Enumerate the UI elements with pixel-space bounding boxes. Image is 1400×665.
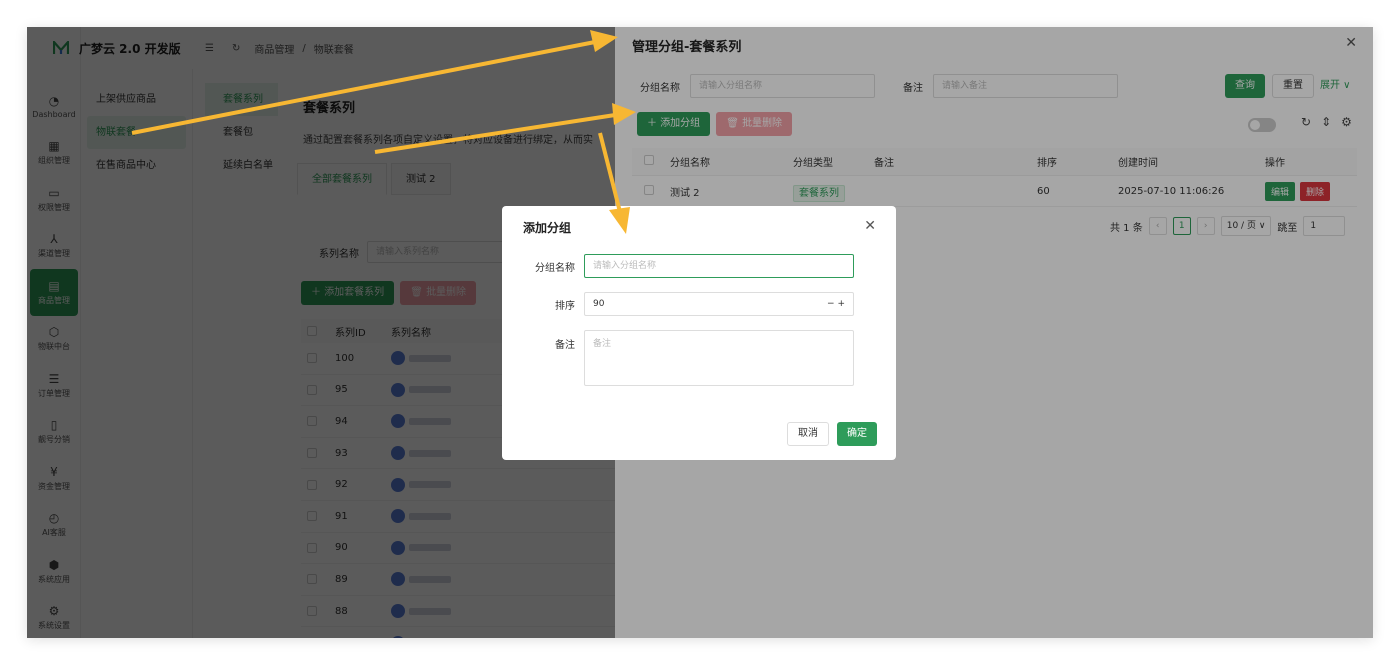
add-group-modal: 添加分组 ✕ 分组名称 请输入分组名称 排序 90 − + 备注 备注 取消 确… xyxy=(502,206,896,460)
minus-icon[interactable]: − xyxy=(827,299,835,309)
app-window: ◔ Dashboard ▦ 组织管理 ▭ 权限管理 ⅄ 渠道管理 ▤ 商品管理 ⬡ 物联中台… xyxy=(27,27,1373,638)
cancel-button[interactable]: 取消 xyxy=(787,422,829,446)
note-field-label: 备注 xyxy=(555,340,575,351)
form-row-sort: 排序 90 − + xyxy=(502,292,854,316)
modal-title: 添加分组 xyxy=(523,221,572,235)
sort-stepper[interactable]: 90 − + xyxy=(584,292,854,316)
note-textarea[interactable]: 备注 xyxy=(584,330,854,386)
modal-close-icon[interactable]: ✕ xyxy=(864,218,876,234)
form-row-name: 分组名称 请输入分组名称 xyxy=(502,254,854,278)
sort-field-label: 排序 xyxy=(555,300,575,312)
sort-value: 90 xyxy=(593,299,605,309)
plus-icon[interactable]: + xyxy=(837,299,845,309)
group-name-field[interactable]: 请输入分组名称 xyxy=(584,254,854,278)
group-name-field-label: 分组名称 xyxy=(535,262,575,274)
form-row-note: 备注 备注 xyxy=(502,330,854,386)
modal-footer: 取消 确定 xyxy=(787,422,877,446)
ok-button[interactable]: 确定 xyxy=(837,422,877,446)
